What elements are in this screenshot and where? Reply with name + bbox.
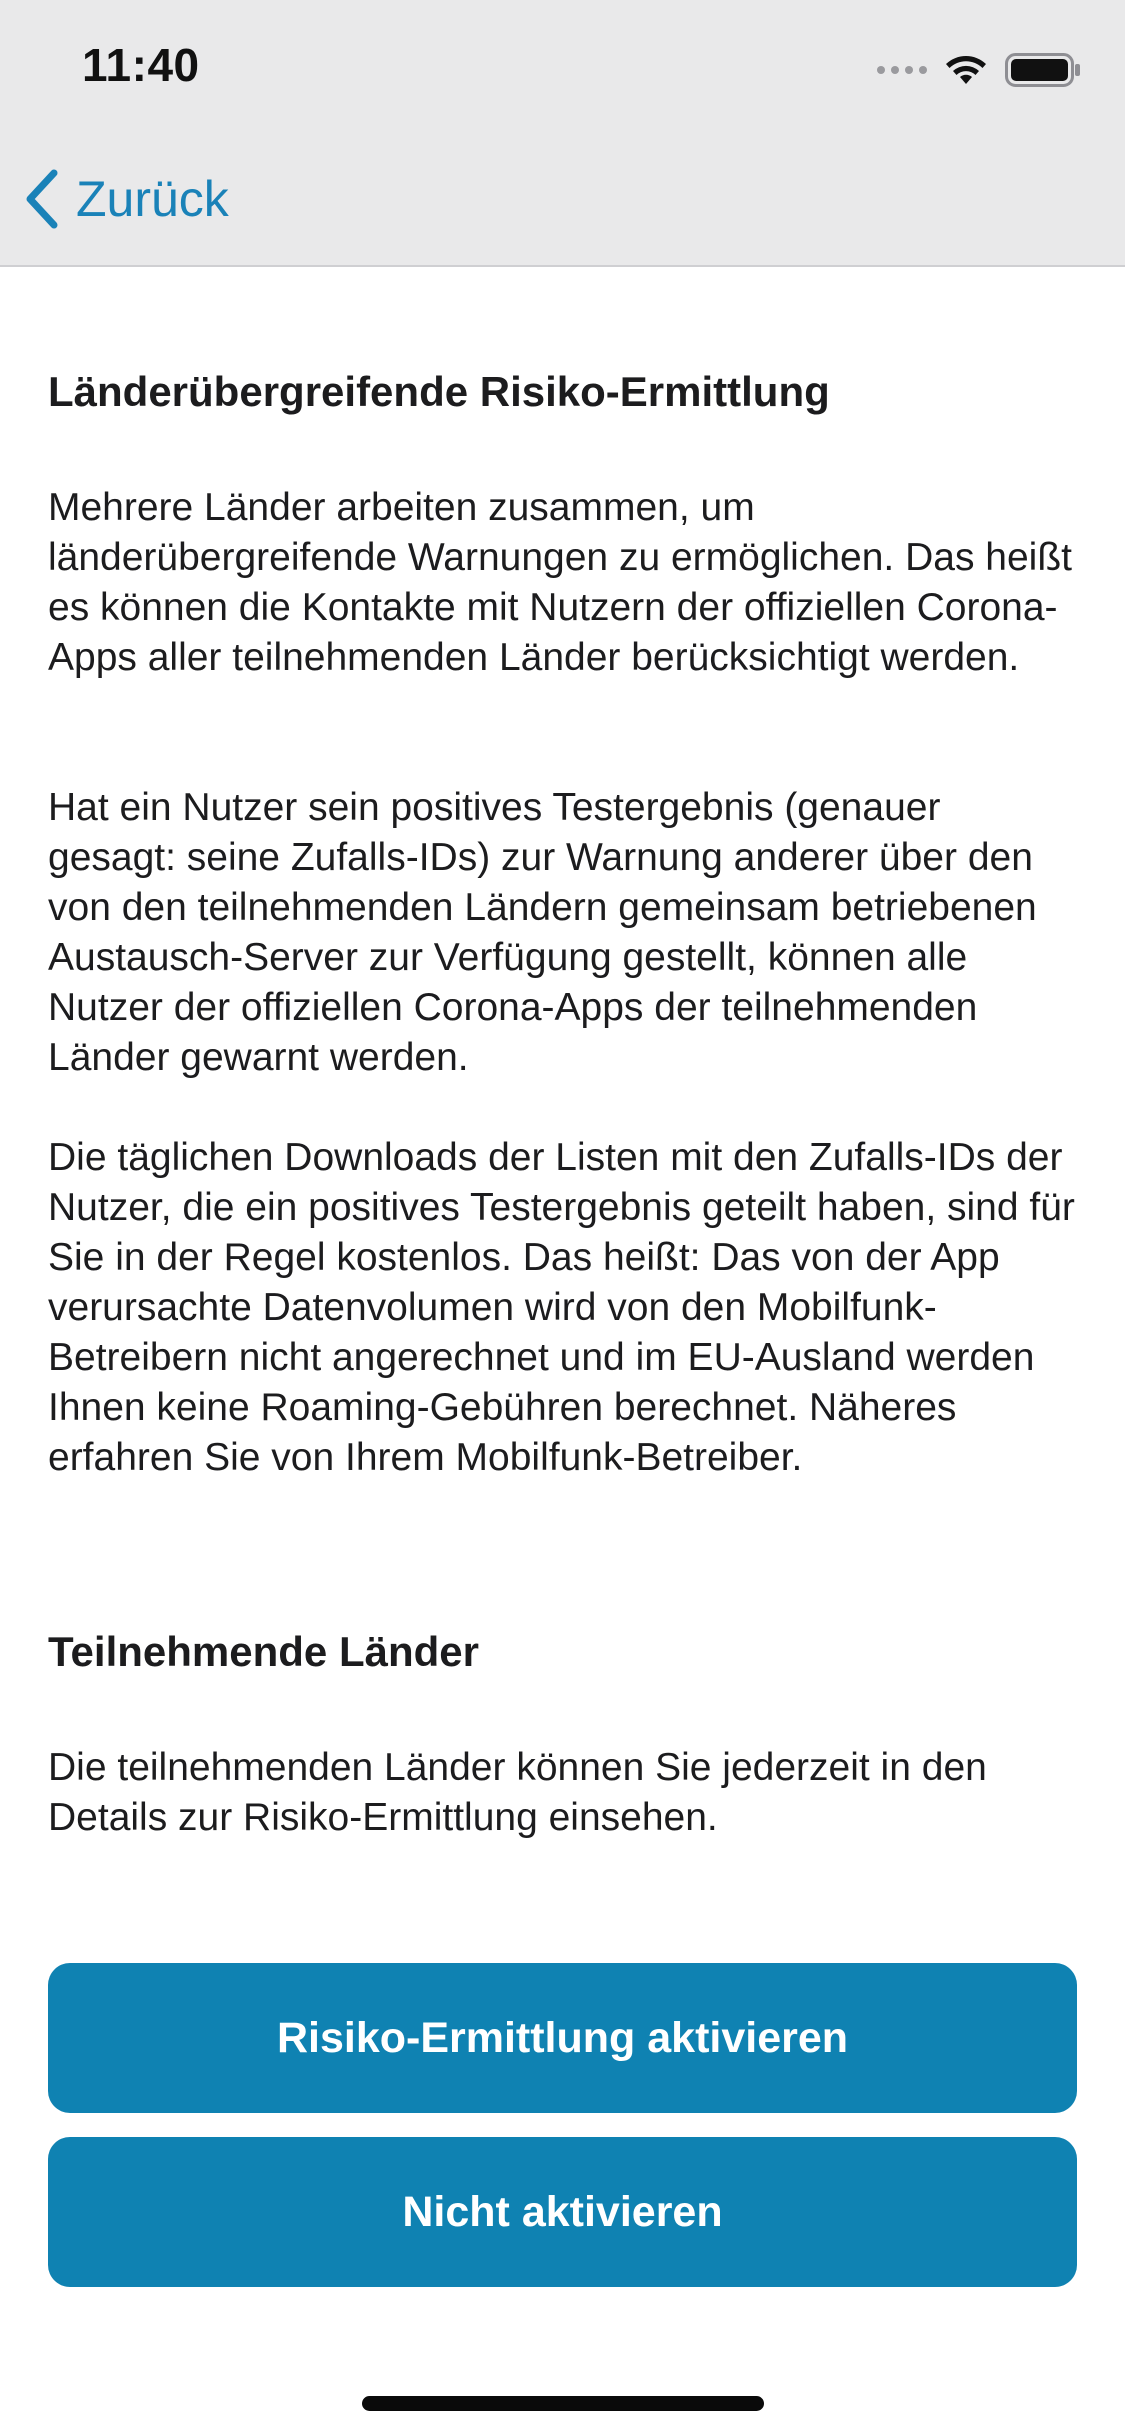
home-indicator[interactable] [362,2396,764,2411]
chevron-left-icon [26,169,58,229]
wifi-icon [946,56,986,84]
section-heading-cross-border: Länderübergreifende Risiko-Ermittlung [48,368,830,415]
cellular-signal-icon [877,66,927,74]
paragraph-cooperation: Mehrere Länder arbeiten zusammen, um län… [48,486,1072,679]
paragraph-warning-server: Hat ein Nutzer sein positives Testergebn… [48,786,1037,1079]
back-button-label: Zurück [76,171,229,227]
section-heading-participating-countries: Teilnehmende Länder [48,1628,479,1675]
activate-risk-detection-button[interactable]: Risiko-Ermittlung aktivieren [48,1963,1077,2113]
back-button[interactable]: Zurück [24,162,229,236]
battery-icon [1005,53,1080,87]
paragraph-participating-countries: Die teilnehmenden Länder können Sie jede… [48,1746,987,1839]
paragraph-download-costs: Die täglichen Downloads der Listen mit d… [48,1136,1075,1479]
navigation-bar: 11:40 Zurück [0,0,1125,267]
status-indicators [877,48,1081,92]
status-time: 11:40 [82,39,200,91]
do-not-activate-button[interactable]: Nicht aktivieren [48,2137,1077,2287]
